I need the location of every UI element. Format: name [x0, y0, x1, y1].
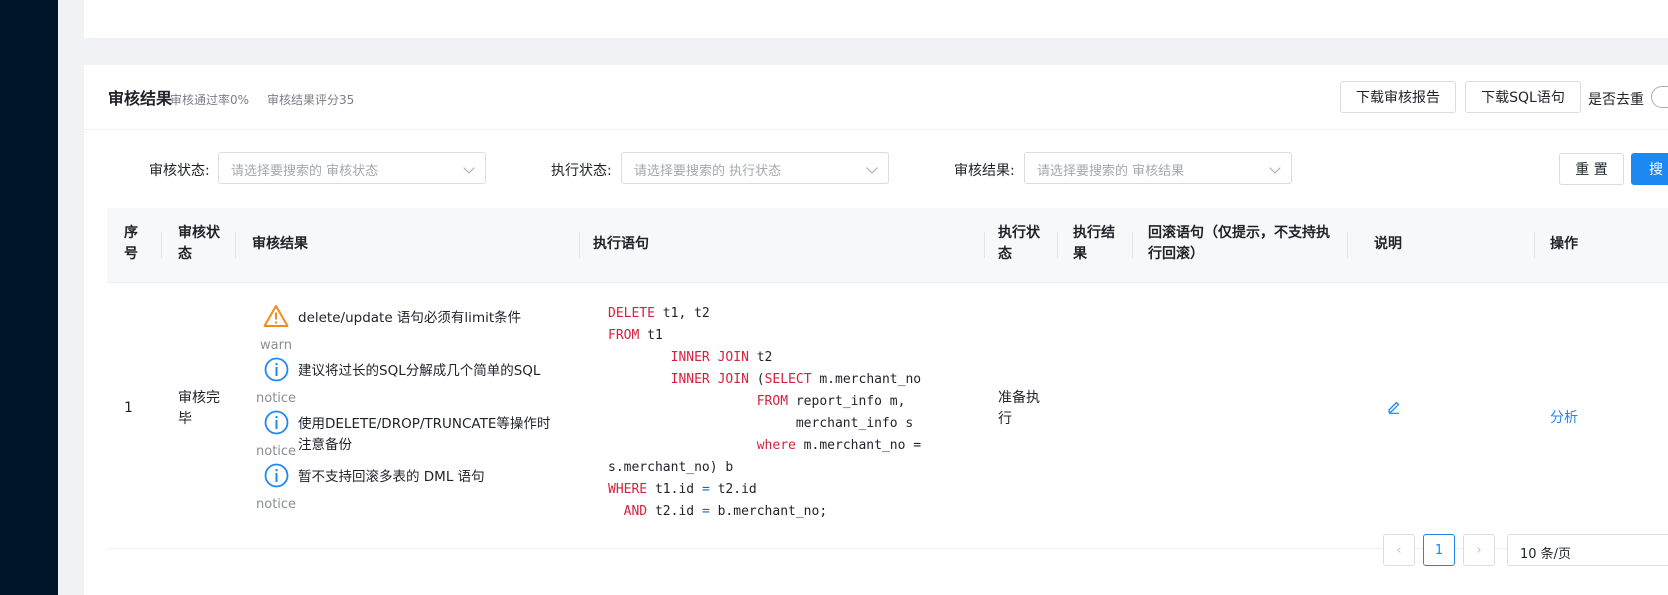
col-note: 说明: [1374, 236, 1402, 252]
audit-result-filter-label: 审核结果:: [954, 163, 1015, 179]
table-header: 序号 审核状态 审核结果 执行语句 执行状态 执行结果 回滚语句（仅提示，不支持…: [107, 208, 1668, 283]
column-divider: [579, 232, 580, 258]
exec-status-filter-label: 执行状态:: [551, 163, 612, 179]
audit-message: delete/update 语句必须有limit条件: [298, 310, 522, 326]
warning-triangle-icon: [256, 304, 296, 328]
card-header: 审核结果 审核通过率0% 审核结果评分35 下载审核报告 下载SQL语句 是否去…: [84, 65, 1668, 130]
audit-message: 暂不支持回滚多表的 DML 语句: [298, 469, 485, 485]
chevron-down-icon: [463, 162, 475, 174]
audit-message: 建议将过长的SQL分解成几个简单的SQL: [298, 363, 541, 379]
table-row: 1 审核完毕 warn delete/update 语句必须有limit条件 n…: [107, 283, 1668, 549]
audit-result-placeholder: 请选择要搜索的 审核结果: [1037, 164, 1185, 179]
column-divider: [1057, 232, 1058, 258]
dedup-label: 是否去重: [1588, 92, 1644, 108]
row-index: 1: [124, 400, 133, 416]
audit-status-select[interactable]: 请选择要搜索的 审核状态: [218, 152, 486, 184]
top-card: [84, 0, 1668, 38]
col-action: 操作: [1550, 236, 1578, 252]
audit-message: 使用DELETE/DROP/TRUNCATE等操作时注意备份: [298, 416, 551, 453]
download-report-button[interactable]: 下载审核报告: [1340, 81, 1456, 113]
col-audit-status: 审核状态: [178, 225, 220, 262]
audit-status-placeholder: 请选择要搜索的 审核状态: [231, 164, 379, 179]
sql-statement: DELETE t1, t2 FROM t1 INNER JOIN t2 INNE…: [608, 306, 922, 519]
chevron-down-icon: [866, 162, 878, 174]
search-button[interactable]: 搜 索: [1631, 153, 1668, 185]
audit-result-select[interactable]: 请选择要搜索的 审核结果: [1024, 152, 1292, 184]
col-sql: 执行语句: [593, 236, 649, 252]
edit-icon[interactable]: [1387, 400, 1401, 418]
row-audit-status: 审核完毕: [178, 390, 220, 427]
audit-level: notice: [256, 391, 297, 406]
page-1-button[interactable]: 1: [1423, 534, 1455, 566]
info-circle-icon: [256, 357, 296, 382]
col-exec-status: 执行状态: [998, 225, 1040, 262]
audit-level: notice: [256, 497, 297, 512]
column-divider: [1534, 232, 1535, 258]
column-divider: [1347, 232, 1348, 258]
audit-level: notice: [256, 444, 297, 459]
col-audit-result: 审核结果: [252, 236, 308, 252]
audit-level: warn: [260, 338, 292, 353]
next-page-button[interactable]: ›: [1463, 534, 1495, 566]
analyze-link[interactable]: 分析: [1550, 407, 1578, 427]
column-divider: [1132, 232, 1133, 258]
dedup-toggle[interactable]: [1651, 86, 1668, 108]
chevron-left-icon: ‹: [1396, 542, 1402, 558]
score: 审核结果评分35: [267, 93, 355, 107]
col-rollback: 回滚语句（仅提示，不支持执行回滚）: [1148, 225, 1330, 262]
audit-result-card: 审核结果 审核通过率0% 审核结果评分35 下载审核报告 下载SQL语句 是否去…: [84, 65, 1668, 595]
page-size-select[interactable]: 10 条/页: [1507, 534, 1668, 566]
column-divider: [984, 232, 985, 258]
row-exec-status: 准备执行: [998, 390, 1040, 427]
exec-status-select[interactable]: 请选择要搜索的 执行状态: [621, 152, 889, 184]
download-sql-button[interactable]: 下载SQL语句: [1465, 81, 1581, 113]
chevron-right-icon: ›: [1476, 542, 1482, 558]
prev-page-button[interactable]: ‹: [1383, 534, 1415, 566]
pass-rate: 审核通过率0%: [170, 93, 250, 107]
info-circle-icon: [256, 410, 296, 435]
side-navigation: [0, 0, 58, 595]
reset-button[interactable]: 重 置: [1559, 153, 1624, 185]
audit-status-filter-label: 审核状态:: [149, 163, 210, 179]
col-index: 序号: [124, 225, 138, 262]
card-title: 审核结果: [108, 89, 173, 108]
column-divider: [161, 232, 162, 258]
chevron-down-icon: [1269, 162, 1281, 174]
col-exec-result: 执行结果: [1073, 225, 1115, 262]
info-circle-icon: [256, 463, 296, 488]
column-divider: [235, 232, 236, 258]
exec-status-placeholder: 请选择要搜索的 执行状态: [634, 164, 782, 179]
